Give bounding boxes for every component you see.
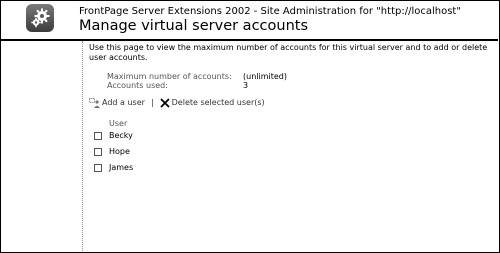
gears-icon <box>26 4 54 32</box>
page-header: FrontPage Server Extensions 2002 - Site … <box>0 0 498 38</box>
delete-selected-users-button[interactable]: Delete selected user(s) <box>160 98 265 108</box>
user-checkbox[interactable] <box>94 148 102 156</box>
add-user-button[interactable]: Add a user <box>89 98 145 108</box>
add-user-icon <box>89 98 100 108</box>
add-user-label: Add a user <box>102 98 145 107</box>
toolbar-separator: | <box>150 98 154 107</box>
left-column <box>0 41 83 251</box>
stat-row-accounts-used: Accounts used: 3 <box>107 81 287 90</box>
delete-x-icon <box>160 98 170 108</box>
user-name: James <box>109 163 134 172</box>
user-row-james: James <box>94 162 133 174</box>
main-content: Use this page to view the maximum number… <box>89 43 494 172</box>
stat-value: 3 <box>243 81 249 90</box>
user-checkbox[interactable] <box>94 164 102 172</box>
stat-label: Accounts used: <box>107 81 168 90</box>
stat-row-max-accounts: Maximum number of accounts: (unlimited) <box>107 72 287 81</box>
stat-value: (unlimited) <box>243 72 287 81</box>
user-toolbar: Add a user | Delete selected user(s) <box>89 98 265 108</box>
user-name: Becky <box>109 131 133 140</box>
page-title: Manage virtual server accounts <box>79 18 309 34</box>
account-stats: Maximum number of accounts: (unlimited) A… <box>107 72 287 90</box>
delete-selected-label: Delete selected user(s) <box>171 98 265 107</box>
user-row-becky: Becky <box>94 130 133 142</box>
site-admin-line: FrontPage Server Extensions 2002 - Site … <box>79 6 461 17</box>
user-row-hope: Hope <box>94 146 130 158</box>
user-checkbox[interactable] <box>94 132 102 140</box>
user-name: Hope <box>109 147 130 156</box>
page-description: Use this page to view the maximum number… <box>89 43 488 62</box>
user-column-header: User <box>109 119 128 128</box>
stat-label: Maximum number of accounts: <box>107 72 232 81</box>
